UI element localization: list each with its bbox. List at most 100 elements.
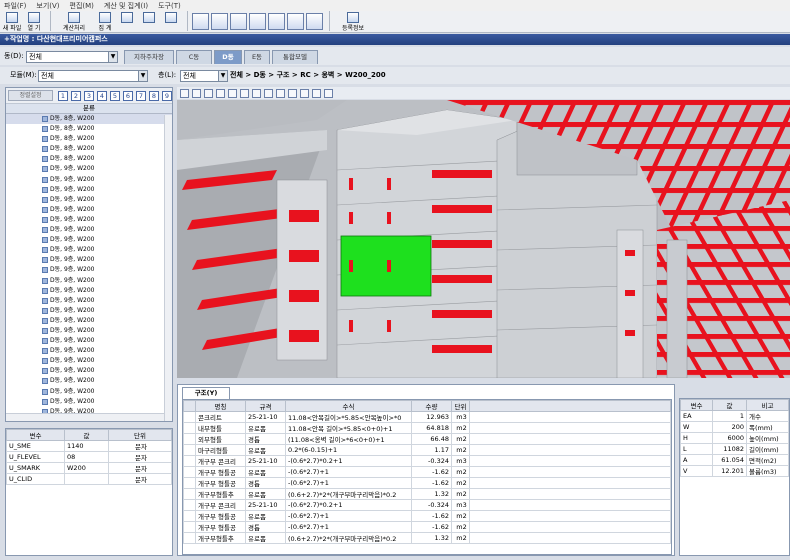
table-row[interactable]: 개구부 형틀공 유로폼 -(0.6*2.7)+1 -1.62 m2 xyxy=(183,466,671,478)
level-3-button[interactable]: 3 xyxy=(84,91,94,101)
tree-item[interactable]: D동, 9층, W200 xyxy=(6,245,172,255)
view-right-icon[interactable] xyxy=(252,88,261,98)
new-file-button[interactable]: 새 파일 xyxy=(2,11,22,32)
row-selector[interactable] xyxy=(183,532,196,544)
tree-item[interactable]: D동, 9층, W200 xyxy=(6,215,172,225)
checkbox-icon[interactable] xyxy=(42,267,48,274)
calculate-button[interactable]: 계산처리 xyxy=(55,11,93,32)
tree-item[interactable]: D동, 8층, W200 xyxy=(6,154,172,164)
checkbox-icon[interactable] xyxy=(42,368,48,375)
floor-select[interactable]: 전체 ▼ xyxy=(180,70,228,82)
checkbox-icon[interactable] xyxy=(42,338,48,345)
zoom-icon[interactable] xyxy=(204,88,213,98)
tree-item[interactable]: D동, 9층, W200 xyxy=(6,164,172,174)
menu-file[interactable]: 파일(F) xyxy=(4,1,26,11)
tree-item[interactable]: D동, 9층, W200 xyxy=(6,265,172,275)
camera-icon[interactable] xyxy=(192,88,201,98)
table-edit-icon[interactable] xyxy=(211,13,228,30)
checkbox-icon[interactable] xyxy=(42,206,48,213)
table-row[interactable]: A 61.054 면적(m2) xyxy=(680,454,789,466)
checkbox-icon[interactable] xyxy=(42,216,48,223)
summary-button[interactable]: 집 계 xyxy=(95,11,115,32)
tree-item[interactable]: D동, 9층, W200 xyxy=(6,366,172,376)
module-select[interactable]: 전체 ▼ xyxy=(38,70,148,82)
checkbox-icon[interactable] xyxy=(42,126,48,133)
table-row[interactable]: 개구부형틀추 유로폼 (0.6+2.7)*2*(개구부마구리막음)*0.2 1.32 m… xyxy=(183,488,671,500)
menu-tools[interactable]: 도구(T) xyxy=(158,1,181,11)
row-selector[interactable] xyxy=(183,411,196,423)
level-5-button[interactable]: 5 xyxy=(110,91,120,101)
tree-item[interactable]: D동, 9층, W200 xyxy=(6,387,172,397)
tab-structure[interactable]: 구조(Y) xyxy=(182,387,230,399)
building-select[interactable]: 전체 ▼ xyxy=(26,51,118,63)
view-back-icon[interactable] xyxy=(228,88,237,98)
tree-item[interactable]: D동, 8층, W200 xyxy=(6,124,172,134)
checkbox-icon[interactable] xyxy=(42,378,48,385)
menu-calc[interactable]: 계산 및 집계(I) xyxy=(104,1,148,11)
tree-item[interactable]: D동, 9층, W200 xyxy=(6,205,172,215)
tree-hscrollbar[interactable] xyxy=(6,413,164,421)
checkbox-icon[interactable] xyxy=(42,176,48,183)
table-row[interactable]: 외부형틀 경톱 (11.08<옹벽 길이>*6<0+0)+1 66.48 m2 xyxy=(183,433,671,445)
tree-item[interactable]: D동, 9층, W200 xyxy=(6,356,172,366)
tab-integrated-model[interactable]: 통합모델 xyxy=(272,50,318,64)
tree-item[interactable]: D동, 9층, W200 xyxy=(6,225,172,235)
table-row[interactable]: EA 1 개수 xyxy=(680,410,789,422)
view-reset-icon[interactable] xyxy=(300,88,309,98)
table-row[interactable]: 개구부 콘크리 25-21-10 -(0.6*2.7)*0.2+1 -0.324 m3 xyxy=(183,455,671,467)
checkbox-icon[interactable] xyxy=(42,307,48,314)
row-selector[interactable] xyxy=(183,466,196,478)
checkbox-icon[interactable] xyxy=(42,398,48,405)
checkbox-icon[interactable] xyxy=(42,116,48,122)
print-button[interactable] xyxy=(117,11,137,32)
tree-item[interactable]: D동, 9층, W200 xyxy=(6,235,172,245)
edit-icon[interactable] xyxy=(268,13,285,30)
sort-settings-button[interactable]: 정렬설정 xyxy=(8,90,53,101)
tree-item[interactable]: D동, 9층, W200 xyxy=(6,195,172,205)
level-8-button[interactable]: 8 xyxy=(149,91,159,101)
table-row[interactable]: 개구부 콘크리 25-21-10 -(0.6*2.7)*0.2+1 -0.324 m3 xyxy=(183,499,671,511)
table-row[interactable]: U_SMARK W200 문자 xyxy=(6,462,172,474)
tree-item[interactable]: D동, 9층, W200 xyxy=(6,376,172,386)
level-2-button[interactable]: 2 xyxy=(71,91,81,101)
checkbox-icon[interactable] xyxy=(42,277,48,284)
tab-parking[interactable]: 지하주차장 xyxy=(124,50,174,64)
checkbox-icon[interactable] xyxy=(42,136,48,143)
table-row[interactable]: U_CLID 문자 xyxy=(6,473,172,485)
menu-edit[interactable]: 편집(M) xyxy=(70,1,94,11)
export-button[interactable] xyxy=(161,11,181,32)
checkbox-icon[interactable] xyxy=(42,287,48,294)
level-9-button[interactable]: 9 xyxy=(162,91,172,101)
row-selector[interactable] xyxy=(183,499,196,511)
row-selector[interactable] xyxy=(183,433,196,445)
checkbox-icon[interactable] xyxy=(42,196,48,203)
preview-button[interactable] xyxy=(139,11,159,32)
list-icon[interactable] xyxy=(230,13,247,30)
checkbox-icon[interactable] xyxy=(42,388,48,395)
table-row[interactable]: 개구부 형틀공 유로폼 -(0.6*2.7)+1 -1.62 m2 xyxy=(183,510,671,522)
row-selector[interactable] xyxy=(183,488,196,500)
properties-button[interactable]: 등록정보 xyxy=(334,11,372,32)
tree-item[interactable]: D동, 9층, W200 xyxy=(6,286,172,296)
level-7-button[interactable]: 7 xyxy=(136,91,146,101)
tree-item[interactable]: D동, 8층, W200 xyxy=(6,134,172,144)
checkbox-icon[interactable] xyxy=(42,348,48,355)
view-top-icon[interactable] xyxy=(264,88,273,98)
table-row[interactable]: U_SME 1140 문자 xyxy=(6,440,172,452)
tree-item[interactable]: D동, 8층, W200 xyxy=(6,114,172,125)
tree-item[interactable]: D동, 9층, W200 xyxy=(6,397,172,407)
tree-item[interactable]: D동, 9층, W200 xyxy=(6,175,172,185)
row-selector[interactable] xyxy=(183,422,196,434)
table-row[interactable]: 개구부 형틀공 경톱 -(0.6*2.7)+1 -1.62 m2 xyxy=(183,477,671,489)
table-row[interactable]: 마구리형틀 유로폼 0.2*(6-0.15)+1 1.17 m2 xyxy=(183,444,671,456)
table-row[interactable]: 콘크리트 25-21-10 11.08<안목길이>*5.85<안목높이>*0 12.9… xyxy=(183,411,671,423)
tab-building-d[interactable]: D동 xyxy=(214,50,242,64)
checkbox-icon[interactable] xyxy=(42,317,48,324)
checkbox-icon[interactable] xyxy=(42,247,48,254)
render-icon[interactable] xyxy=(180,88,189,98)
row-selector[interactable] xyxy=(183,510,196,522)
shade-icon[interactable] xyxy=(324,88,333,98)
tab-building-e[interactable]: E동 xyxy=(244,50,270,64)
layout-icon[interactable] xyxy=(192,13,209,30)
level-1-button[interactable]: 1 xyxy=(58,91,68,101)
